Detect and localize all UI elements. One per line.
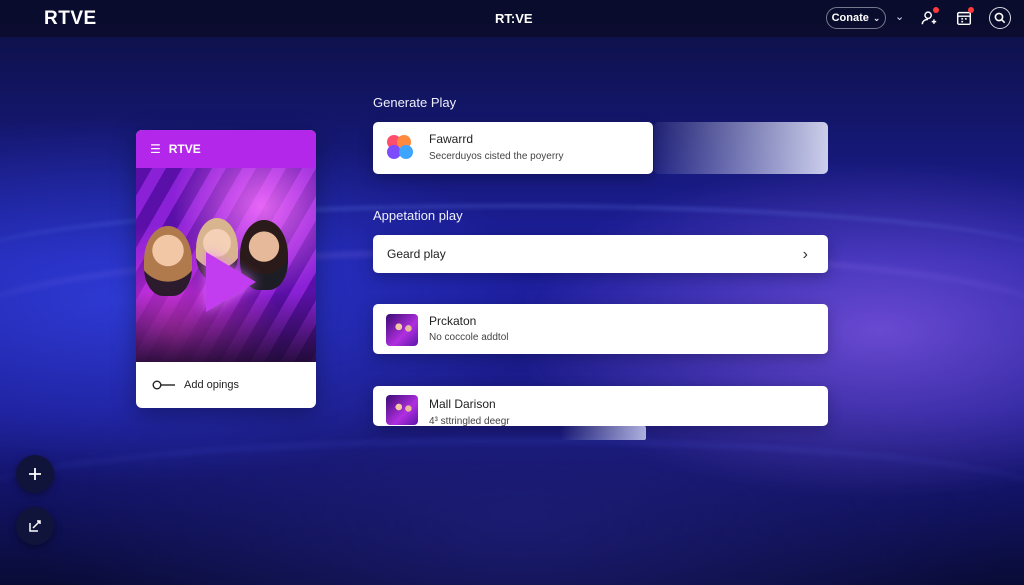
placeholder-card <box>654 122 828 174</box>
notification-dot <box>933 7 939 13</box>
account-dropdown[interactable]: Conate ⌄ <box>826 7 886 29</box>
add-openings-label: Add opings <box>184 379 240 391</box>
add-openings-button[interactable]: Add opings <box>136 362 316 408</box>
item-thumbnail <box>386 395 418 425</box>
geard-play-row[interactable]: Geard play › <box>373 235 828 273</box>
list-item[interactable]: Prckaton No coccole addtol <box>373 304 828 354</box>
chevron-right-icon: › <box>802 246 808 263</box>
app-logo[interactable]: RTVE <box>44 8 97 30</box>
menu-icon[interactable]: ☰ <box>150 142 161 156</box>
list-item-subtitle: 4³ sttringled deegr <box>429 416 510 427</box>
edit-button[interactable] <box>16 507 54 545</box>
edit-icon <box>29 520 41 532</box>
featured-card[interactable]: Fawarrd Secerduyos cisted the poyerry <box>373 122 653 174</box>
featured-title: Fawarrd <box>429 132 474 146</box>
center-title: RT:VE <box>495 11 533 26</box>
search-icon <box>994 12 1006 24</box>
media-thumbnail[interactable] <box>136 168 316 362</box>
chevron-down-icon: ⌄ <box>872 12 881 23</box>
section-heading-generate: Generate Play <box>373 95 457 110</box>
media-card-title: RTVE <box>168 142 201 156</box>
search-button[interactable] <box>989 7 1011 29</box>
highlight-glow <box>560 426 646 440</box>
item-thumbnail <box>386 314 418 346</box>
list-item-subtitle: No coccole addtol <box>429 332 509 343</box>
add-button[interactable] <box>16 455 54 493</box>
list-item-title: Prckaton <box>429 314 477 328</box>
list-item-title: Mall Darison <box>429 397 496 411</box>
play-icon[interactable] <box>206 252 256 312</box>
user-plus-icon[interactable] <box>919 7 939 28</box>
calendar-icon[interactable] <box>954 7 974 28</box>
key-icon <box>152 380 175 390</box>
media-card-header: ☰ RTVE <box>136 130 316 168</box>
chevron-down-icon[interactable]: ⌄ <box>895 10 904 23</box>
notification-dot <box>968 7 974 13</box>
top-bar: RTVE RT:VE Conate ⌄ ⌄ <box>0 0 1024 37</box>
account-dropdown-label: Conate <box>831 12 869 24</box>
plus-icon <box>29 468 41 480</box>
media-card[interactable]: ☰ RTVE Add opings <box>136 130 316 408</box>
list-item[interactable]: Mall Darison 4³ sttringled deegr <box>373 386 828 427</box>
featured-subtitle: Secerduyos cisted the poyerry <box>429 151 564 162</box>
section-heading-appetation: Appetation play <box>373 208 463 223</box>
app-logo-icon <box>387 135 417 161</box>
geard-play-label: Geard play <box>387 247 446 261</box>
person-figure <box>144 226 192 296</box>
